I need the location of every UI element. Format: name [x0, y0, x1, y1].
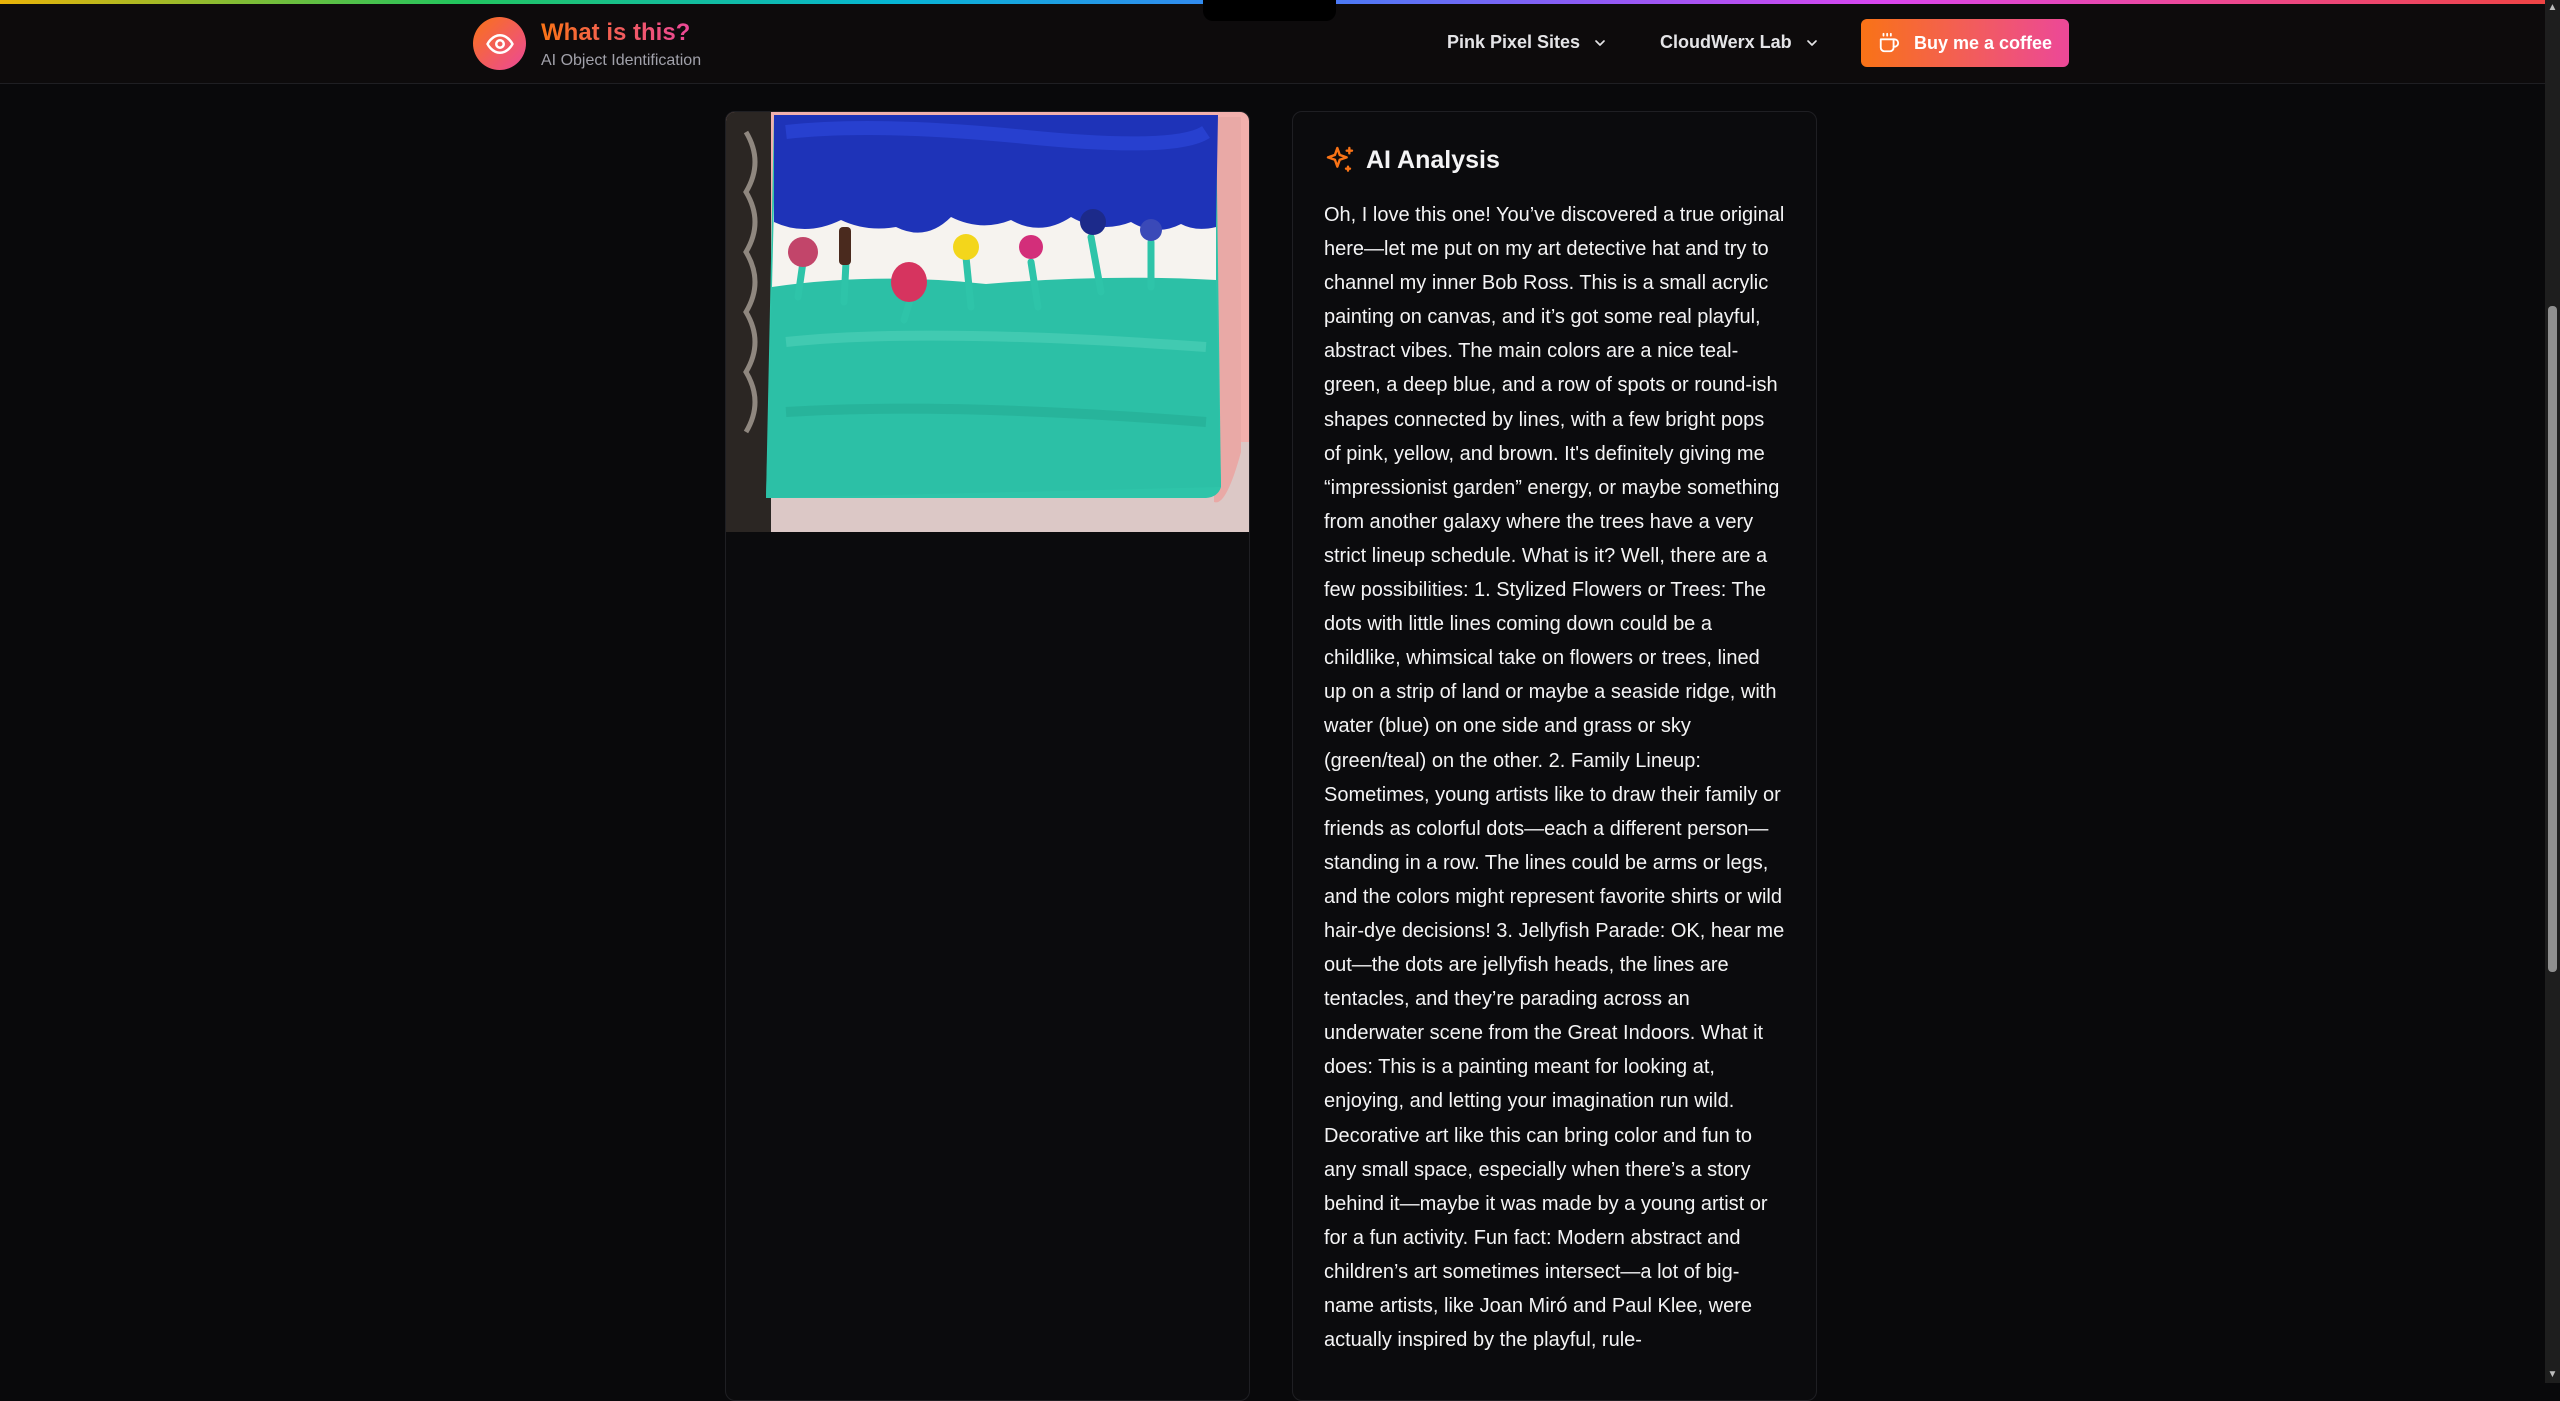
nav-label: Pink Pixel Sites: [1447, 32, 1581, 52]
sparkles-icon: [1326, 146, 1354, 172]
uploaded-image-panel: [725, 111, 1250, 1401]
brand-title[interactable]: What is this?: [541, 19, 690, 47]
logo-eye-icon[interactable]: [473, 17, 526, 70]
analysis-body: Oh, I love this one! You’ve discovered a…: [1324, 204, 1785, 1352]
ai-analysis-panel: AI Analysis Oh, I love this one! You’ve …: [1292, 111, 1817, 1401]
nav-label: CloudWerx Lab: [1660, 32, 1792, 52]
scroll-down-arrow-icon[interactable]: ▼: [2547, 1369, 2558, 1381]
scroll-up-arrow-icon[interactable]: ▲: [2547, 2, 2558, 14]
uploaded-painting-image: [726, 112, 1249, 532]
buy-coffee-button[interactable]: Buy me a coffee: [1861, 19, 2069, 67]
page-scrollbar[interactable]: ▲ ▼: [2545, 0, 2560, 1383]
window-notch: [1203, 0, 1336, 21]
nav-cloudwerx-lab[interactable]: CloudWerx Lab: [1660, 32, 1820, 53]
analysis-title: AI Analysis: [1366, 145, 1500, 174]
scroll-thumb[interactable]: [2548, 306, 2557, 972]
buy-coffee-label: Buy me a coffee: [1913, 32, 2053, 53]
brand-subtitle: AI Object Identification: [541, 52, 702, 69]
coffee-cup-icon: [1879, 32, 1900, 53]
analysis-header: AI Analysis: [1324, 142, 1786, 178]
chevron-down-icon: [1806, 39, 1817, 46]
chevron-down-icon: [1595, 39, 1605, 46]
nav-pink-pixel-sites[interactable]: Pink Pixel Sites: [1447, 32, 1608, 53]
